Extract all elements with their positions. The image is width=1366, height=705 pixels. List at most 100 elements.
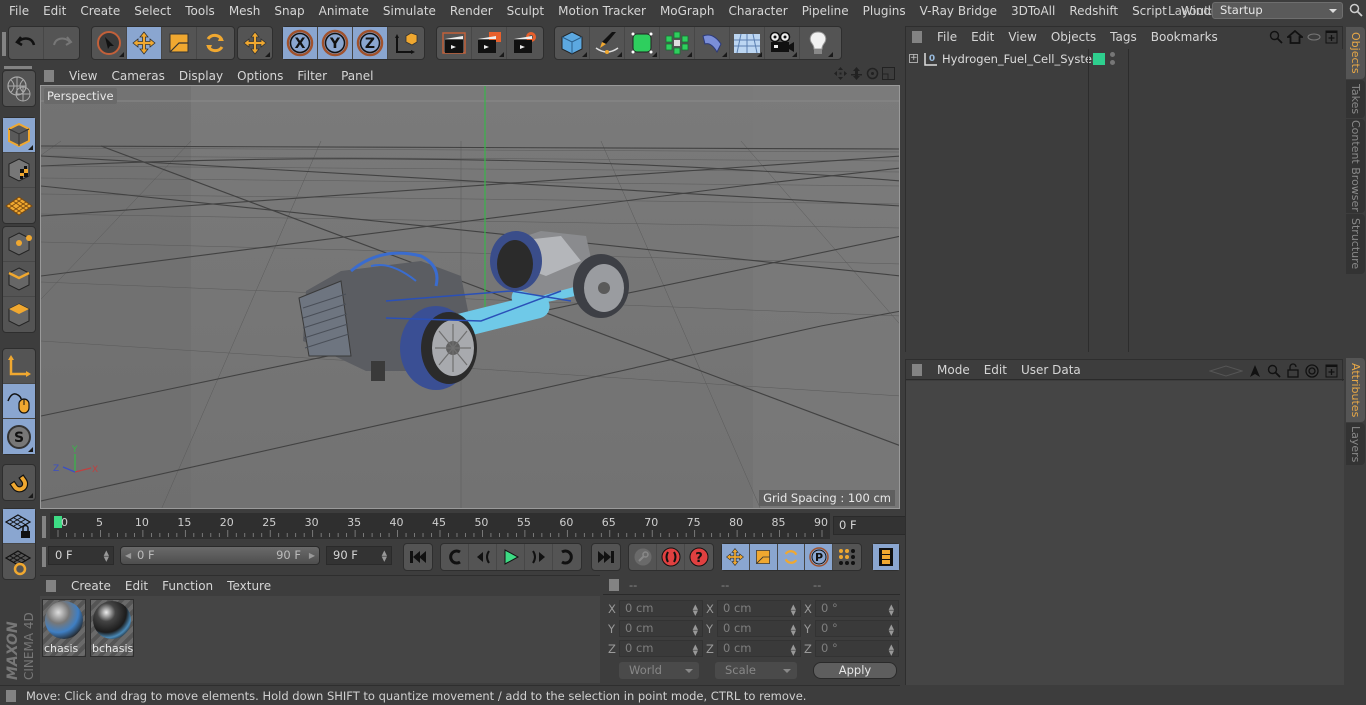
record-active-objects-button[interactable] xyxy=(629,544,657,570)
add-subdivision-button[interactable] xyxy=(625,27,660,59)
spinner-icon[interactable]: ▲▼ xyxy=(693,624,698,637)
render-picture-viewer-button[interactable] xyxy=(472,27,507,59)
render-visibility-dot[interactable] xyxy=(1110,60,1115,65)
spinner-icon[interactable]: ▲▼ xyxy=(791,644,796,657)
timeline-ruler[interactable]: 0 5 10 15 20 25 30 35 40 45 50 55 60 65 70 75 80 85 90 xyxy=(50,513,830,539)
workplane-rotate-button[interactable] xyxy=(3,544,35,579)
rotate-view-icon[interactable] xyxy=(866,67,879,80)
menu-pipeline[interactable]: Pipeline xyxy=(795,4,856,18)
layout-select[interactable]: Startup xyxy=(1212,2,1343,19)
add-light-button[interactable] xyxy=(800,27,835,59)
editor-visibility-dot[interactable] xyxy=(1110,52,1115,57)
menu-simulate[interactable]: Simulate xyxy=(376,4,443,18)
viewport-menu-filter[interactable]: Filter xyxy=(290,69,334,83)
x-axis-lock-button[interactable]: X xyxy=(283,27,318,59)
polygons-mode-button[interactable] xyxy=(3,297,35,332)
anim-grip[interactable] xyxy=(42,547,46,567)
add-floor-button[interactable] xyxy=(730,27,765,59)
coord-grip[interactable] xyxy=(609,578,619,591)
menu-3dtoall[interactable]: 3DToAll xyxy=(1004,4,1062,18)
tab-objects[interactable]: Objects xyxy=(1346,27,1365,79)
column-divider[interactable] xyxy=(1128,49,1129,352)
undo-button[interactable] xyxy=(9,27,44,59)
tab-layers[interactable]: Layers xyxy=(1346,423,1365,465)
maximize-view-icon[interactable] xyxy=(882,67,895,80)
zoom-view-icon[interactable] xyxy=(850,67,863,80)
spinner-icon[interactable]: ▲▼ xyxy=(104,550,109,563)
enable-axis-button[interactable] xyxy=(3,349,35,384)
attribute-menu-mode[interactable]: Mode xyxy=(930,363,977,377)
material-menu-function[interactable]: Function xyxy=(155,579,220,593)
material-grip[interactable] xyxy=(46,580,56,592)
search-icon[interactable] xyxy=(1267,364,1281,378)
previous-key-button[interactable] xyxy=(441,544,469,570)
make-editable-button[interactable] xyxy=(3,71,35,106)
material-menu-texture[interactable]: Texture xyxy=(220,579,278,593)
viewport-menu-options[interactable]: Options xyxy=(230,69,290,83)
model-mode-button[interactable] xyxy=(3,118,35,153)
point-level-animation-button[interactable] xyxy=(833,544,861,570)
new-panel-icon[interactable] xyxy=(1325,30,1338,44)
pos-y-field[interactable]: 0 cm ▲ ▼ xyxy=(619,620,703,637)
move-tool-button[interactable] xyxy=(127,27,162,59)
menu-vray-bridge[interactable]: V-Ray Bridge xyxy=(913,4,1004,18)
play-forward-button[interactable] xyxy=(497,544,525,570)
pos-x-field[interactable]: 0 cm ▲ ▼ xyxy=(619,600,703,617)
spinner-icon[interactable]: ▲▼ xyxy=(382,550,387,563)
target-icon[interactable] xyxy=(1305,363,1319,378)
timeline-grip[interactable] xyxy=(42,516,46,538)
live-selection-button[interactable] xyxy=(92,27,127,59)
coordinate-space-select[interactable]: World xyxy=(619,662,699,679)
scale-tool-button[interactable] xyxy=(162,27,197,59)
next-key-button[interactable] xyxy=(553,544,581,570)
rot-h-field[interactable]: 0 ° ▲ ▼ xyxy=(815,600,899,617)
render-view-button[interactable] xyxy=(437,27,472,59)
min-time-field[interactable]: 0 F ▲ ▼ xyxy=(48,546,114,565)
pos-z-field[interactable]: 0 cm ▲ ▼ xyxy=(619,640,703,657)
material-menu-create[interactable]: Create xyxy=(64,579,118,593)
size-z-field[interactable]: 0 cm ▲ ▼ xyxy=(717,640,801,657)
attribute-menu-user-data[interactable]: User Data xyxy=(1014,363,1088,377)
snap-button[interactable] xyxy=(3,465,35,500)
camera-label[interactable]: Perspective xyxy=(44,88,117,104)
tweak-mode-button[interactable] xyxy=(3,384,35,419)
workplane-mode-button[interactable] xyxy=(3,188,35,223)
menu-select[interactable]: Select xyxy=(127,4,178,18)
rotate-tool-button[interactable] xyxy=(197,27,232,59)
menu-file[interactable]: File xyxy=(0,4,36,18)
menu-sculpt[interactable]: Sculpt xyxy=(500,4,551,18)
timeline-window-button[interactable] xyxy=(873,544,899,570)
search-icon[interactable] xyxy=(1349,3,1363,17)
spinner-icon[interactable]: ▲▼ xyxy=(693,604,698,617)
max-time-field[interactable]: 90 F ▲ ▼ xyxy=(326,546,392,565)
navigation-arrows-icon[interactable] xyxy=(1209,364,1243,377)
object-menu-objects[interactable]: Objects xyxy=(1044,30,1103,44)
3d-viewport[interactable]: Y X Z Perspective Grid Spacing : 100 cm xyxy=(40,85,900,509)
menu-mograph[interactable]: MoGraph xyxy=(653,4,722,18)
last-tool-button[interactable] xyxy=(238,27,272,59)
menu-character[interactable]: Character xyxy=(721,4,794,18)
layer-color-swatch[interactable] xyxy=(1093,53,1105,65)
render-settings-button[interactable] xyxy=(507,27,542,59)
viewport-menu-cameras[interactable]: Cameras xyxy=(104,69,171,83)
points-mode-button[interactable] xyxy=(3,227,35,262)
spinner-icon[interactable]: ▲▼ xyxy=(889,604,894,617)
goto-end-button[interactable] xyxy=(592,544,620,570)
menu-edit[interactable]: Edit xyxy=(36,4,73,18)
material-bchasis[interactable]: bchasis xyxy=(90,599,134,657)
spinner-icon[interactable]: ▲▼ xyxy=(791,624,796,637)
size-mode-select[interactable]: Scale xyxy=(715,662,797,679)
spinner-icon[interactable]: ▲▼ xyxy=(889,624,894,637)
next-frame-button[interactable] xyxy=(525,544,553,570)
position-key-button[interactable] xyxy=(722,544,750,570)
menu-snap[interactable]: Snap xyxy=(267,4,311,18)
attribute-menu-edit[interactable]: Edit xyxy=(977,363,1014,377)
spinner-icon[interactable]: ▲▼ xyxy=(889,644,894,657)
object-menu-tags[interactable]: Tags xyxy=(1103,30,1144,44)
up-arrow-icon[interactable] xyxy=(1249,364,1261,378)
redo-button[interactable] xyxy=(44,27,79,59)
menu-create[interactable]: Create xyxy=(73,4,127,18)
home-icon[interactable] xyxy=(1287,30,1303,44)
spinner-icon[interactable]: ▲▼ xyxy=(693,644,698,657)
workplane-lock-button[interactable] xyxy=(3,509,35,544)
